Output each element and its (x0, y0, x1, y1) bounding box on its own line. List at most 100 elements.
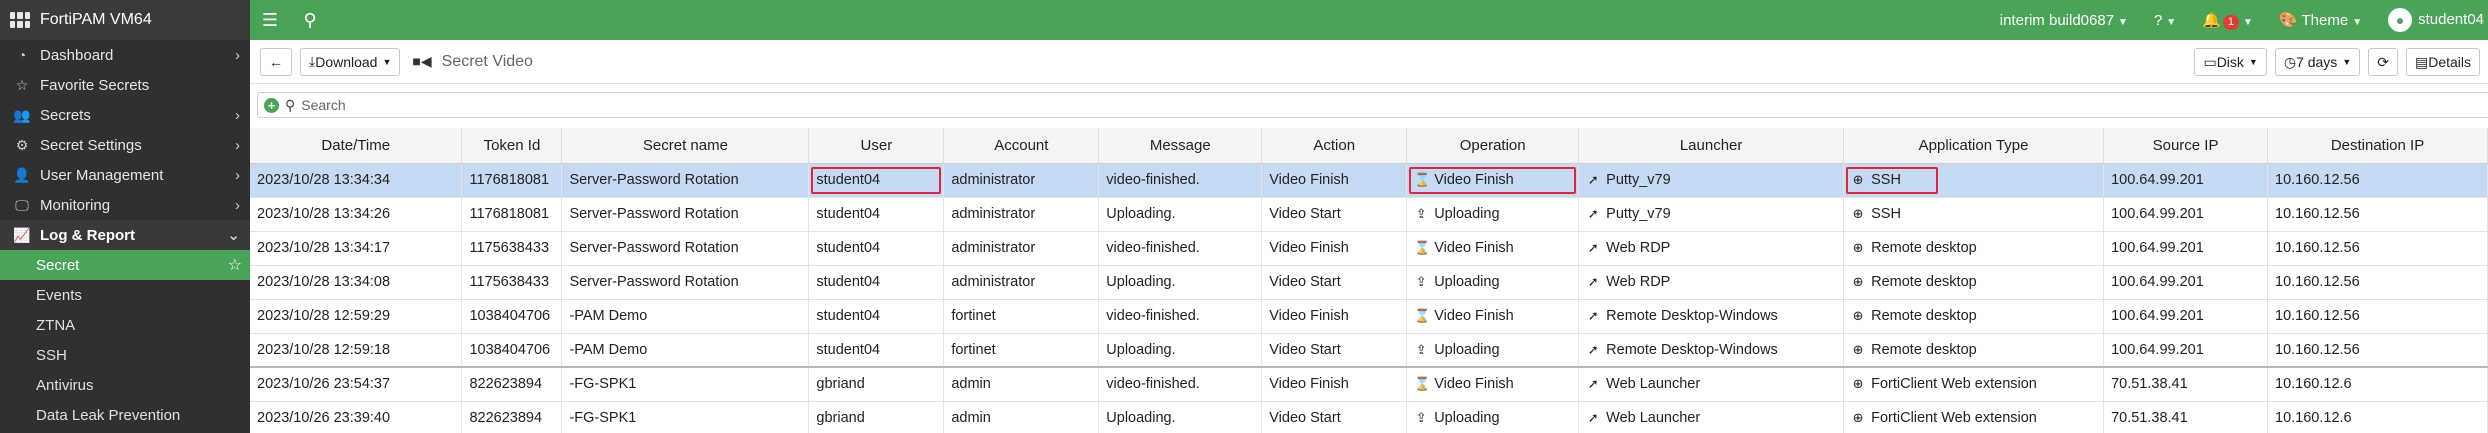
table-row[interactable]: 2023/10/28 12:59:29 1038404706 -PAM Demo st… (250, 299, 2488, 334)
app-type-label: Remote desktop (1871, 308, 1977, 324)
sidebar-subitem-label: Data Leak Prevention (36, 406, 181, 424)
disk-dropdown[interactable]: ▭ Disk ▼ (2194, 48, 2267, 76)
time-range-dropdown[interactable]: ◷ 7 days ▼ (2274, 48, 2361, 76)
sidebar-item-label: User Management (40, 166, 164, 184)
table-row[interactable]: 2023/10/28 13:34:34 1176818081 Server-Pass… (250, 163, 2488, 198)
sidebar-item-monitoring[interactable]: 🖵 Monitoring › (0, 190, 250, 220)
help-menu[interactable]: ? ▼ (2154, 12, 2176, 29)
table-row[interactable]: 2023/10/28 13:34:26 1176818081 Server-Pass… (250, 197, 2488, 232)
cell-operation: ⇪ Uploading (1406, 197, 1580, 232)
log-table: Date/Time Token Id Secret name User Account M… (250, 128, 2488, 433)
table-row[interactable]: 2023/10/28 13:34:17 1175638433 Server-Pass… (250, 231, 2488, 266)
user-icon: 👤 (13, 166, 31, 183)
sidebar-item-secrets[interactable]: 👥 Secrets › (0, 100, 250, 130)
table-row[interactable]: 2023/10/26 23:54:37 822623894 -FG-SPK1 gbri… (250, 367, 2488, 402)
column-header[interactable]: Application Type (1843, 128, 2105, 164)
column-header[interactable]: User (808, 128, 945, 164)
notification-badge: 1 (2222, 14, 2240, 30)
rocket-icon: ➚ (1587, 206, 1599, 221)
table-row[interactable]: 2023/10/26 23:39:40 822623894 -FG-SPK1 gbri… (250, 401, 2488, 433)
column-header[interactable]: Message (1098, 128, 1263, 164)
cell-user: gbriand (808, 367, 945, 402)
app-type-label: Remote desktop (1871, 274, 1977, 290)
sidebar-item-label: Monitoring (40, 196, 111, 214)
cell-message: video-finished. (1098, 299, 1263, 334)
sidebar-item-label: Secrets (40, 106, 91, 124)
column-header[interactable]: Launcher (1578, 128, 1845, 164)
sidebar-item-log-report[interactable]: 📈 Log & Report ⌄ (0, 220, 250, 250)
sidebar-subitem-antivirus[interactable]: Antivirus (0, 370, 250, 400)
column-header[interactable]: Secret name (561, 128, 810, 164)
users-icon: 👥 (13, 106, 31, 123)
cell-app: ⊕ SSH (1843, 197, 2105, 232)
sidebar-item-label: Dashboard (40, 46, 114, 64)
cell-launcher: ➚ Remote Desktop-Windows (1578, 333, 1845, 368)
cell-src: 70.51.38.41 (2103, 367, 2269, 402)
sidebar-item-user-management[interactable]: 👤 User Management › (0, 160, 250, 190)
cell-message: Uploading. (1098, 401, 1263, 433)
brand[interactable]: FortiPAM VM64 (0, 0, 250, 40)
launcher-label: Web RDP (1606, 274, 1671, 290)
sidebar-subitem-ztna[interactable]: ZTNA (0, 310, 250, 340)
cell-user: student04 (808, 299, 945, 334)
upload-icon: ⇪ (1415, 410, 1427, 425)
theme-menu[interactable]: 🎨 Theme ▼ (2279, 11, 2362, 29)
column-header[interactable]: Operation (1406, 128, 1580, 164)
upload-icon: ⇪ (1415, 274, 1427, 289)
app-type-label: Remote desktop (1871, 240, 1977, 256)
cell-token: 1175638433 (461, 265, 563, 300)
cell-operation: ⌛ Video Finish (1406, 299, 1580, 334)
search-icon[interactable]: ⚲ (290, 10, 330, 31)
cell-secret: Server-Password Rotation (561, 265, 810, 300)
cell-src: 100.64.99.201 (2103, 265, 2269, 300)
column-header[interactable]: Token Id (461, 128, 563, 164)
sidebar-item-dashboard[interactable]: ◔ Dashboard › (0, 40, 250, 70)
cell-dst: 10.160.12.56 (2267, 299, 2488, 334)
cell-app: ⊕ Remote desktop (1843, 265, 2105, 300)
cell-dst: 10.160.12.56 (2267, 163, 2488, 198)
app-type-label: FortiClient Web extension (1871, 376, 2037, 393)
sidebar-item-secret-settings[interactable]: ⚙ Secret Settings › (0, 130, 250, 160)
cell-datetime: 2023/10/28 13:34:08 (250, 265, 463, 300)
column-header[interactable]: Date/Time (250, 128, 463, 164)
cell-account: fortinet (943, 333, 1100, 368)
table-row[interactable]: 2023/10/28 12:59:18 1038404706 -PAM Demo st… (250, 333, 2488, 368)
user-menu[interactable]: ● student04 (2388, 8, 2484, 32)
add-filter-icon[interactable]: + (264, 97, 279, 113)
back-button[interactable]: ← (260, 47, 292, 76)
download-button[interactable]: ⤓ Download ▼ (300, 47, 401, 76)
highlight-box (811, 166, 942, 194)
column-header[interactable]: Destination IP (2267, 128, 2488, 164)
column-header[interactable]: Account (943, 128, 1100, 164)
details-button[interactable]: ▤ Details (2405, 48, 2480, 76)
cell-account: admin (943, 367, 1100, 402)
cell-datetime: 2023/10/28 13:34:17 (250, 231, 463, 266)
sidebar-subitem-secret[interactable]: Secret ☆ (0, 250, 250, 280)
build-menu[interactable]: interim build0687 ▼ (2000, 12, 2128, 29)
sidebar-subitem-ssh[interactable]: SSH (0, 340, 250, 370)
cell-account: admin (943, 401, 1100, 433)
operation-label: Video Finish (1434, 172, 1514, 188)
cell-account: administrator (943, 163, 1100, 198)
menu-toggle-icon[interactable]: ☰ (250, 10, 290, 31)
column-header[interactable]: Action (1261, 128, 1408, 164)
notifications-menu[interactable]: 🔔 1 ▼ (2202, 11, 2253, 30)
column-header[interactable]: Source IP (2103, 128, 2269, 164)
crosshair-icon: ⊕ (1852, 172, 1864, 187)
app-type-label: Remote desktop (1871, 341, 1977, 358)
table-row[interactable]: 2023/10/28 13:34:08 1175638433 Server-Pass… (250, 265, 2488, 300)
sidebar-subitem-data-leak-prevention[interactable]: Data Leak Prevention (0, 400, 250, 430)
operation-label: Uploading (1434, 410, 1500, 426)
hourglass-icon: ⌛ (1414, 308, 1431, 323)
cell-launcher: ➚ Web RDP (1578, 231, 1845, 266)
search-input[interactable]: + ⚲ Search (257, 92, 2488, 118)
star-icon[interactable]: ☆ (228, 255, 242, 275)
cell-src: 100.64.99.201 (2103, 197, 2269, 232)
cell-secret: Server-Password Rotation (561, 163, 810, 198)
sidebar-item-favorite-secrets[interactable]: ☆ Favorite Secrets (0, 70, 250, 100)
sidebar-subitem-events[interactable]: Events (0, 280, 250, 310)
page-title: ■◀ Secret Video (412, 53, 533, 71)
top-bar: ☰ ⚲ interim build0687 ▼ ? ▼ 🔔 1 ▼ 🎨 Theme ▼ ●… (250, 0, 2488, 40)
refresh-button[interactable]: ⟳ (2368, 48, 2398, 76)
crosshair-icon: ⊕ (1852, 274, 1864, 289)
